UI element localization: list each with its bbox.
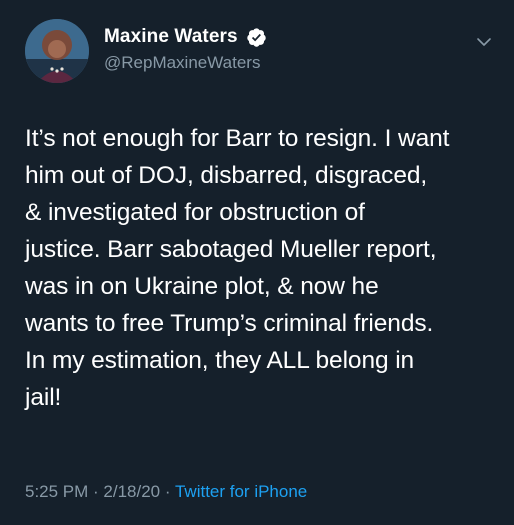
tweet-text-line: wants to free Trump’s criminal friends. (25, 310, 434, 337)
tweet-text-line: & investigated for obstruction of (25, 199, 365, 226)
author-handle[interactable]: @RepMaxineWaters (104, 53, 260, 73)
author-display-name[interactable]: Maxine Waters (104, 26, 238, 48)
verified-badge-icon (246, 27, 267, 48)
tweet-text-line: him out of DOJ, disbarred, disgraced, (25, 162, 428, 189)
tweet-card: Maxine Waters @RepMaxineWaters It’s not … (0, 0, 514, 525)
avatar[interactable] (25, 19, 89, 83)
tweet-text: It’s not enough for Barr to resign. I wa… (25, 120, 500, 416)
tweet-text-line: It’s not enough for Barr to resign. I wa… (25, 125, 450, 152)
profile-photo-avatar (25, 19, 89, 83)
tweet-text-line: was in on Ukraine plot, & now he (25, 273, 379, 300)
tweet-text-line: jail! (25, 384, 62, 411)
tweet-text-line: justice. Barr sabotaged Mueller report, (25, 236, 437, 263)
author-name-row: Maxine Waters (104, 26, 267, 48)
tweet-time[interactable]: 5:25 PM (25, 482, 88, 501)
chevron-down-icon[interactable] (474, 32, 494, 52)
tweet-text-line: In my estimation, they ALL belong in (25, 347, 415, 374)
meta-separator: · (88, 482, 104, 501)
tweet-metadata: 5:25 PM · 2/18/20 · Twitter for iPhone (25, 482, 307, 502)
tweet-date[interactable]: 2/18/20 (103, 482, 160, 501)
meta-separator: · (160, 482, 175, 501)
tweet-source-link[interactable]: Twitter for iPhone (175, 482, 307, 501)
